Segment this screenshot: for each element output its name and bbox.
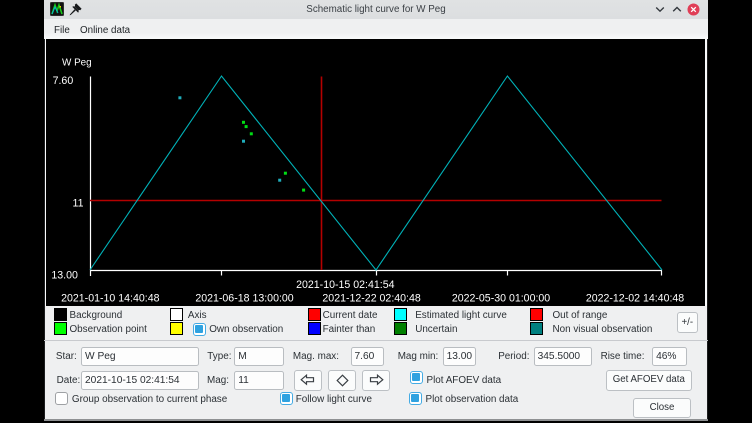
svg-text:13.00: 13.00 [51,269,78,281]
svg-text:11: 11 [73,198,84,210]
svg-text:2021-06-18 13:00:00: 2021-06-18 13:00:00 [195,293,293,305]
svg-text:2021-01-10 14:40:48: 2021-01-10 14:40:48 [61,293,159,305]
svg-text:2022-05-30 01:00:00: 2022-05-30 01:00:00 [452,293,550,305]
svg-text:2021-12-22 02:40:48: 2021-12-22 02:40:48 [322,293,420,305]
svg-text:2021-10-15 02:41:54: 2021-10-15 02:41:54 [296,279,394,291]
svg-text:W Peg: W Peg [62,58,92,69]
svg-text:7.60: 7.60 [53,75,74,87]
svg-text:2022-12-02 14:40:48: 2022-12-02 14:40:48 [586,293,684,305]
